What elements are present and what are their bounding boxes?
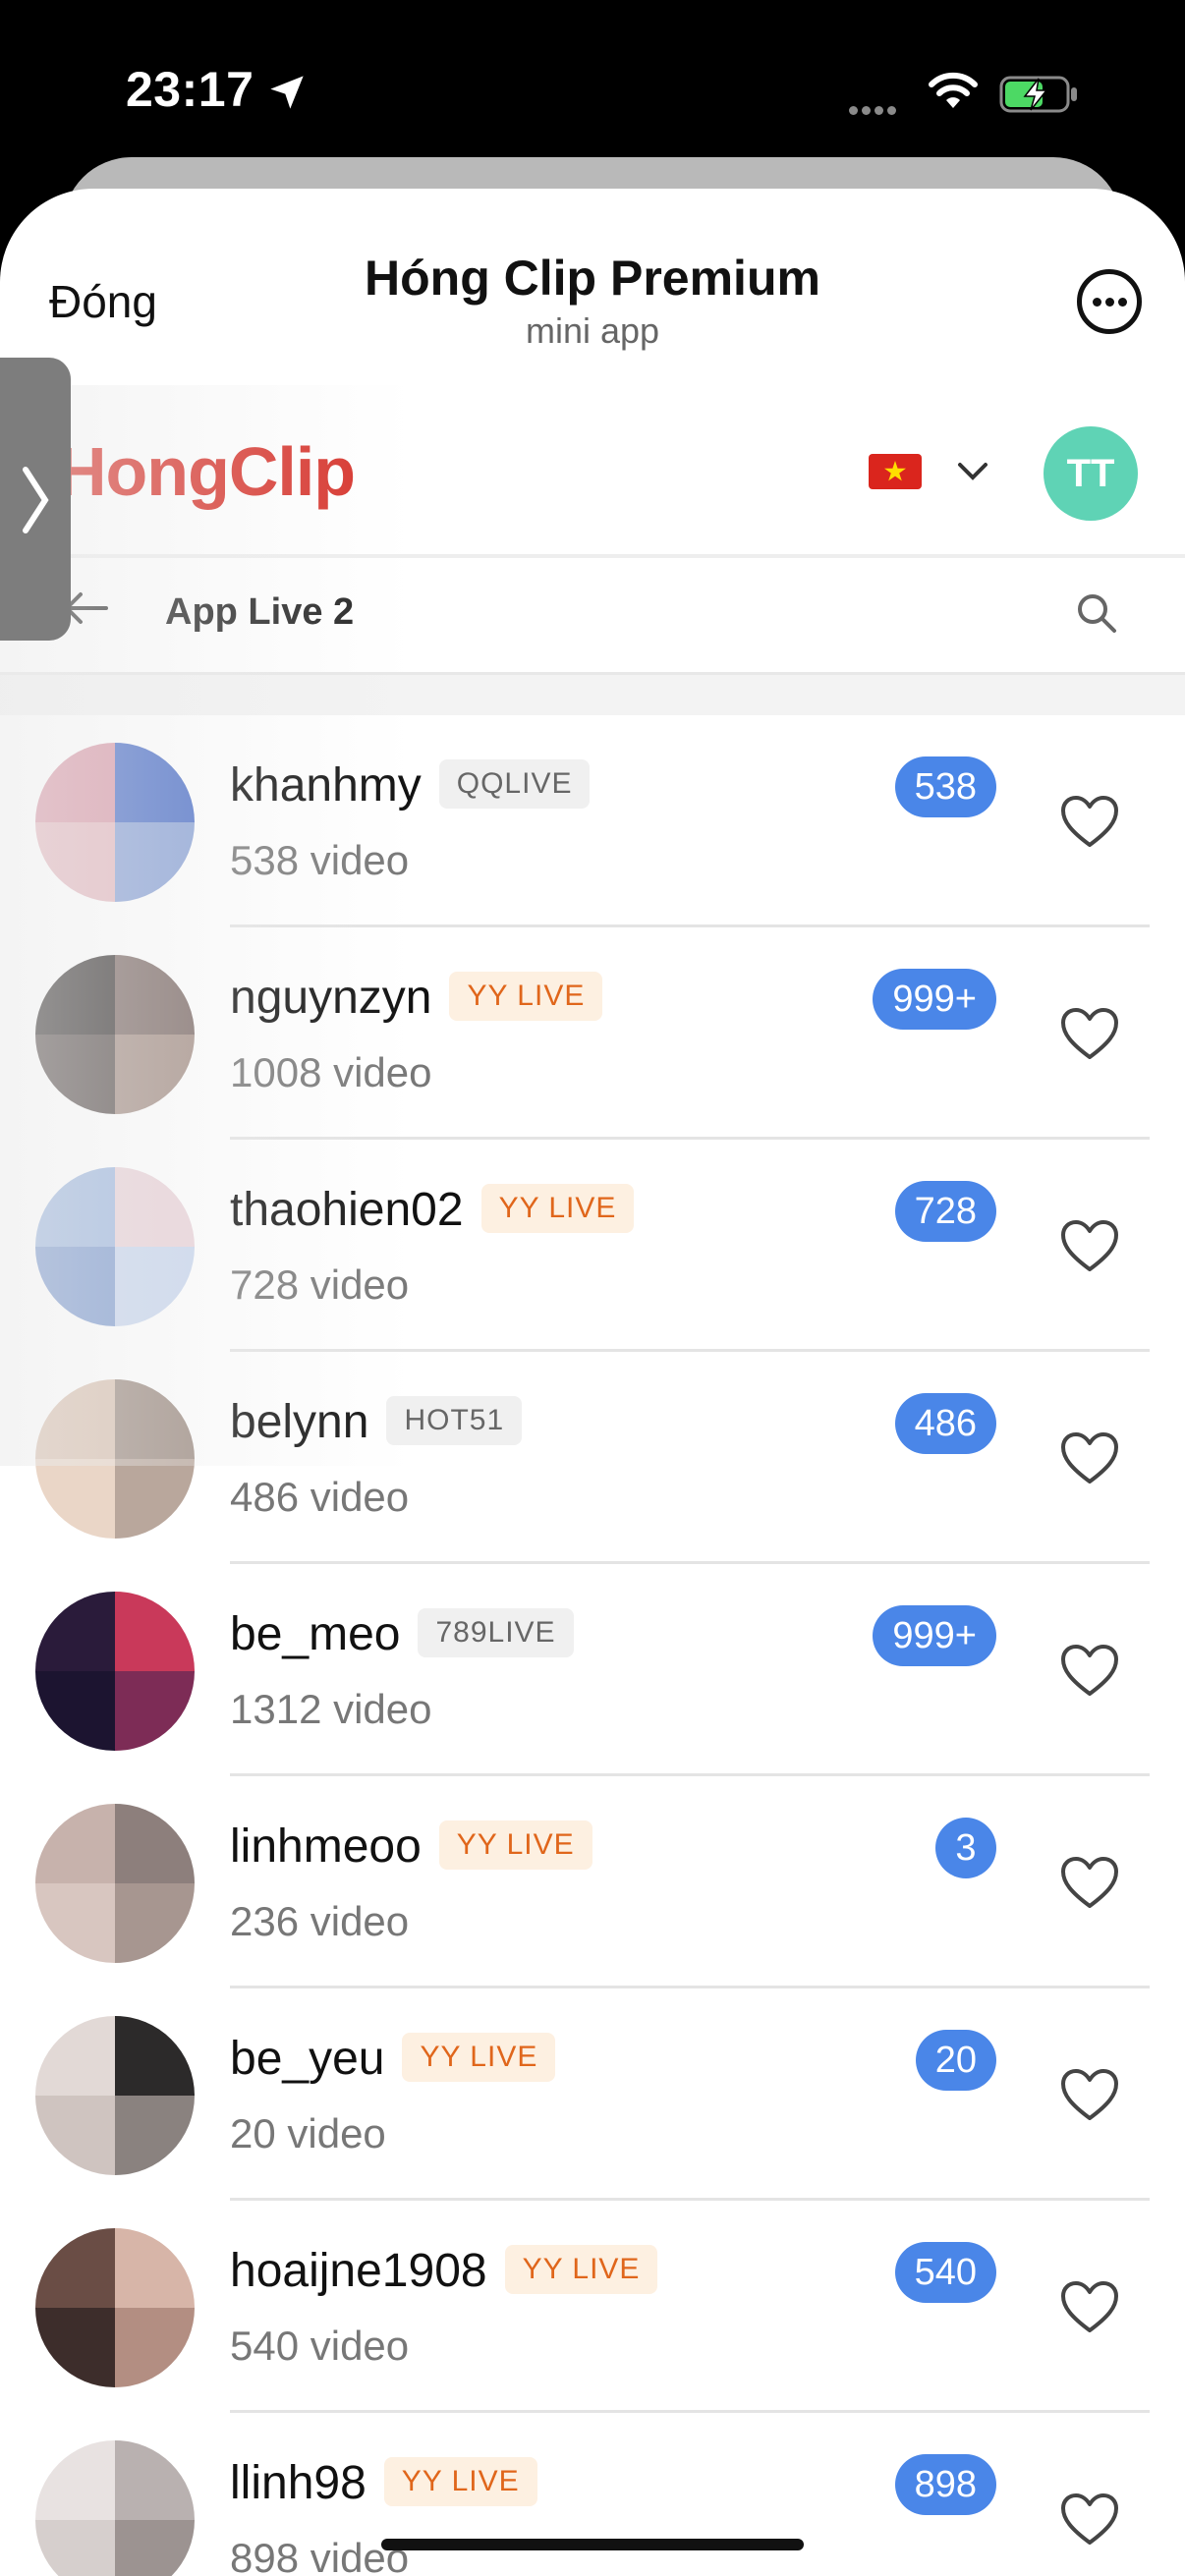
signal-dots-icon xyxy=(849,102,900,120)
battery-charging-icon xyxy=(999,76,1077,113)
more-options-button[interactable] xyxy=(1077,269,1142,334)
streamer-name-line: thaohien02 YY LIVE xyxy=(230,1183,635,1237)
count-badge: 538 xyxy=(894,756,996,817)
platform-tag: HOT51 xyxy=(386,1396,523,1446)
video-count: 20 video xyxy=(230,2110,386,2156)
count-badge: 999+ xyxy=(873,1605,996,1666)
streamer-name: belynn xyxy=(230,1396,369,1448)
streamer-name-line: llinh98 YY LIVE xyxy=(230,2456,537,2510)
video-count: 728 video xyxy=(230,1261,410,1308)
brand-logo[interactable]: HongClip xyxy=(57,432,356,511)
video-count: 538 video xyxy=(230,837,410,883)
streamer-avatar xyxy=(35,743,195,902)
streamer-name-line: hoaijne1908 YY LIVE xyxy=(230,2244,658,2298)
streamer-name: nguynzyn xyxy=(230,972,432,1024)
platform-tag: YY LIVE xyxy=(383,2457,537,2507)
vietnam-flag-icon[interactable] xyxy=(869,454,922,489)
streamer-name: linhmeoo xyxy=(230,1820,422,1873)
list-item[interactable]: linhmeoo YY LIVE 236 video 3 xyxy=(0,1776,1185,1988)
streamer-name: llinh98 xyxy=(230,2457,367,2509)
mini-app-sheet: Đóng Hóng Clip Premium mini app HongClip… xyxy=(0,189,1185,2576)
platform-tag: QQLIVE xyxy=(438,759,591,810)
list-item[interactable]: be_yeu YY LIVE 20 video 20 xyxy=(0,1988,1185,2201)
list-item[interactable]: be_meo 789LIVE 1312 video 999+ xyxy=(0,1564,1185,1776)
list-item[interactable]: belynn HOT51 486 video 486 xyxy=(0,1352,1185,1564)
mini-app-subtitle: mini app xyxy=(525,310,660,351)
count-badge: 540 xyxy=(894,2242,996,2303)
platform-tag: YY LIVE xyxy=(438,1820,592,1871)
streamer-avatar xyxy=(35,1804,195,1963)
platform-tag: YY LIVE xyxy=(449,972,603,1022)
count-badge: 999+ xyxy=(873,969,996,1030)
heart-icon[interactable] xyxy=(1059,794,1120,849)
streamer-name: be_meo xyxy=(230,1608,401,1660)
streamer-name-line: belynn HOT51 xyxy=(230,1395,523,1449)
platform-tag: YY LIVE xyxy=(402,2033,556,2083)
streamer-name: be_yeu xyxy=(230,2033,385,2085)
heart-icon[interactable] xyxy=(1059,2492,1120,2547)
count-badge: 486 xyxy=(894,1393,996,1454)
status-bar: 23:17 xyxy=(0,0,1185,157)
list-item[interactable]: llinh98 YY LIVE 898 video 898 xyxy=(0,2413,1185,2576)
streamer-name-line: be_meo 789LIVE xyxy=(230,1607,574,1661)
count-badge: 898 xyxy=(894,2454,996,2515)
video-count: 486 video xyxy=(230,1474,410,1520)
heart-icon[interactable] xyxy=(1059,2279,1120,2334)
streamer-avatar xyxy=(35,2440,195,2576)
streamer-name: hoaijne1908 xyxy=(230,2245,487,2297)
list-item[interactable]: khanhmy QQLIVE 538 video 538 xyxy=(0,715,1185,927)
platform-tag: YY LIVE xyxy=(504,2245,658,2295)
wifi-icon xyxy=(929,72,978,108)
video-count: 236 video xyxy=(230,1898,410,1944)
video-count: 540 video xyxy=(230,2323,410,2369)
streamer-name-line: khanhmy QQLIVE xyxy=(230,758,591,812)
streamer-name-line: linhmeoo YY LIVE xyxy=(230,1820,592,1874)
heart-icon[interactable] xyxy=(1059,1855,1120,1910)
heart-icon[interactable] xyxy=(1059,1006,1120,1061)
streamer-avatar xyxy=(35,2016,195,2175)
heart-icon[interactable] xyxy=(1059,1218,1120,1273)
streamer-name: thaohien02 xyxy=(230,1184,464,1236)
streamer-name-line: be_yeu YY LIVE xyxy=(230,2032,556,2086)
list-item[interactable]: thaohien02 YY LIVE 728 video 728 xyxy=(0,1140,1185,1352)
status-time: 23:17 xyxy=(126,62,254,117)
header-divider xyxy=(0,554,1185,558)
chevron-down-icon[interactable] xyxy=(957,462,988,481)
video-count: 1312 video xyxy=(230,1686,432,1732)
section-divider xyxy=(0,672,1185,715)
video-count: 1008 video xyxy=(230,1049,432,1095)
list-item[interactable]: nguynzyn YY LIVE 1008 video 999+ xyxy=(0,927,1185,1140)
streamer-avatar xyxy=(35,2228,195,2387)
streamer-avatar xyxy=(35,955,195,1114)
mini-app-header: Đóng Hóng Clip Premium mini app xyxy=(0,189,1185,385)
heart-icon[interactable] xyxy=(1059,1430,1120,1485)
heart-icon[interactable] xyxy=(1059,1643,1120,1698)
heart-icon[interactable] xyxy=(1059,2067,1120,2122)
count-badge: 3 xyxy=(935,1818,996,1878)
count-badge: 20 xyxy=(915,2030,996,2091)
location-arrow-icon xyxy=(270,76,304,109)
platform-tag: YY LIVE xyxy=(480,1184,635,1234)
streamer-avatar xyxy=(35,1592,195,1751)
platform-tag: 789LIVE xyxy=(418,1608,574,1658)
streamer-avatar xyxy=(35,1167,195,1326)
search-icon[interactable] xyxy=(1075,591,1118,635)
streamer-avatar xyxy=(35,1379,195,1539)
streamer-list: khanhmy QQLIVE 538 video 538 nguynzyn YY L… xyxy=(0,715,1185,2576)
mini-app-title: Hóng Clip Premium xyxy=(365,251,820,306)
home-indicator[interactable] xyxy=(381,2539,804,2550)
chevron-right-icon xyxy=(23,467,49,533)
user-avatar[interactable]: TT xyxy=(1044,426,1138,521)
side-drawer-handle[interactable] xyxy=(0,358,71,641)
streamer-name: khanhmy xyxy=(230,759,422,812)
count-badge: 728 xyxy=(894,1181,996,1242)
list-item[interactable]: hoaijne1908 YY LIVE 540 video 540 xyxy=(0,2201,1185,2413)
page-title: App Live 2 xyxy=(165,591,355,633)
streamer-name-line: nguynzyn YY LIVE xyxy=(230,971,603,1025)
